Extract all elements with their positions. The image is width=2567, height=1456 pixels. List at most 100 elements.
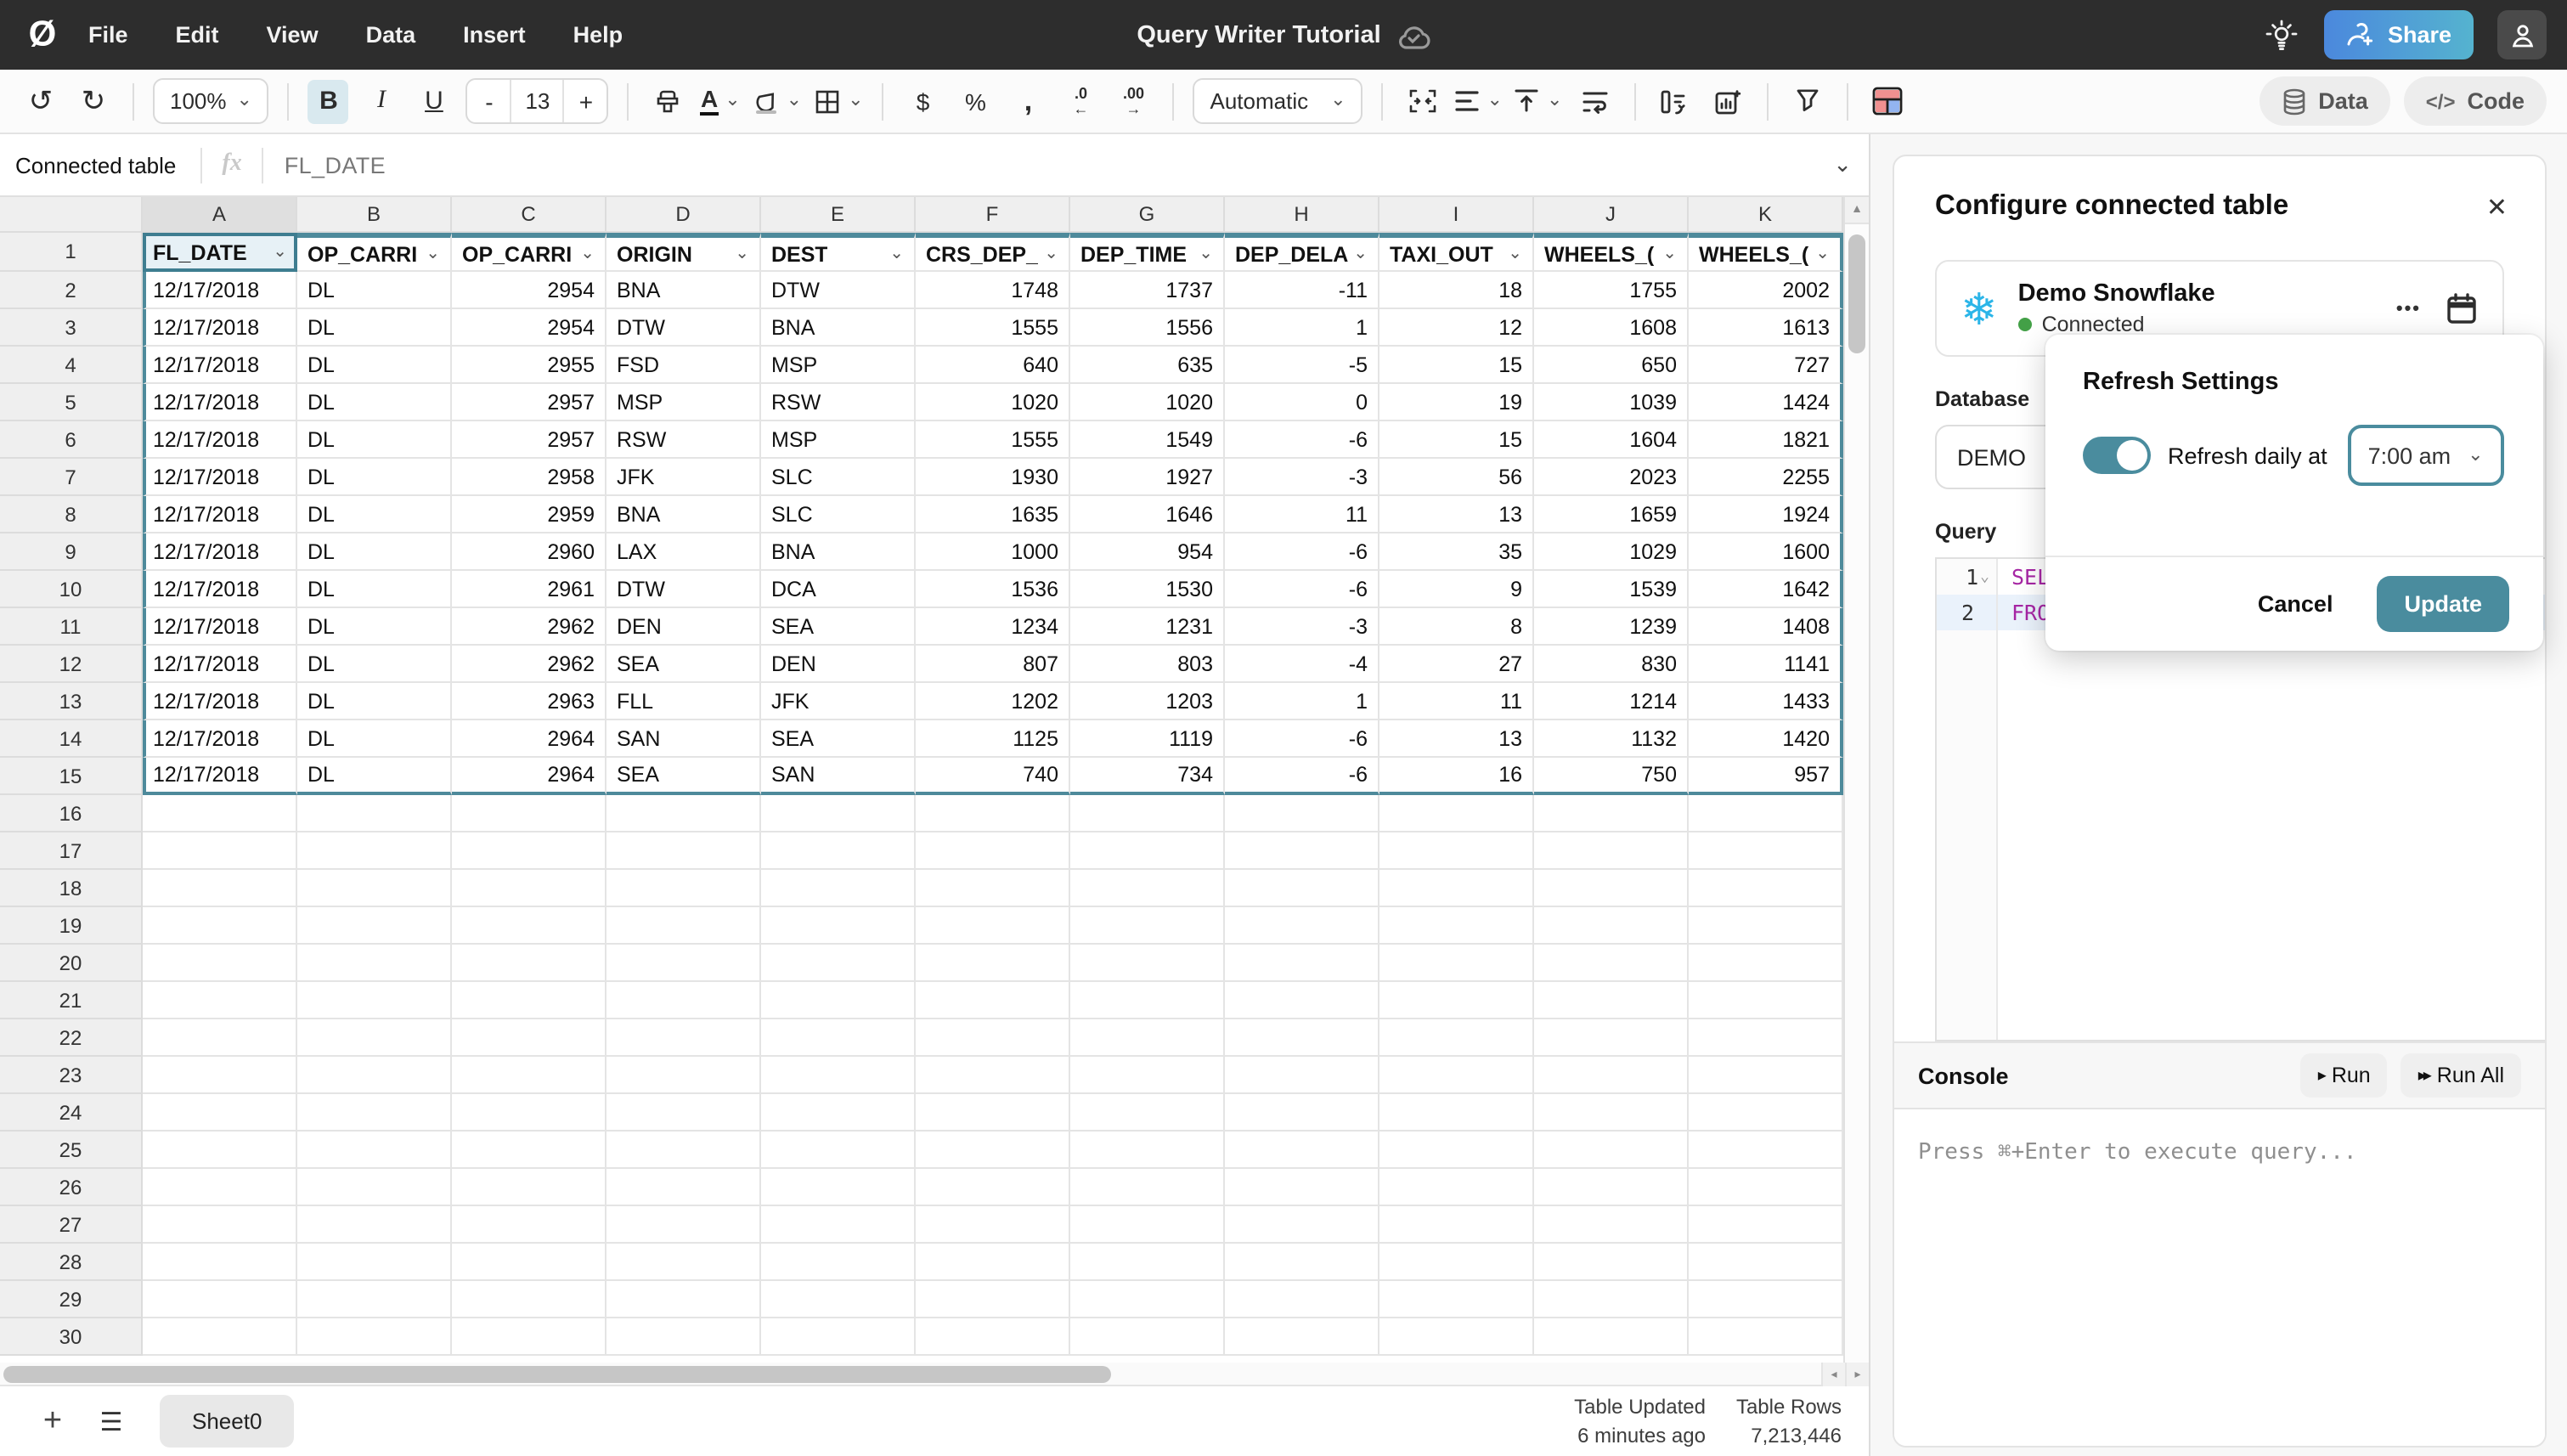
cell-C26[interactable] (452, 1169, 606, 1206)
cell-K24[interactable] (1689, 1094, 1843, 1132)
cell-E27[interactable] (761, 1206, 916, 1244)
column-filter-icon[interactable]: ⌄ (735, 245, 749, 263)
cell-K18[interactable] (1689, 870, 1843, 907)
cell-K12[interactable]: 1141 (1689, 646, 1843, 683)
cell-H8[interactable]: 11 (1225, 496, 1379, 533)
cell-G7[interactable]: 1927 (1070, 459, 1225, 496)
cell-I30[interactable] (1379, 1318, 1534, 1356)
cell-J2[interactable]: 1755 (1534, 272, 1689, 309)
cell-K5[interactable]: 1424 (1689, 384, 1843, 421)
cell-F14[interactable]: 1125 (916, 720, 1070, 758)
cell-B5[interactable]: DL (297, 384, 452, 421)
cell-E7[interactable]: SLC (761, 459, 916, 496)
cell-C6[interactable]: 2957 (452, 421, 606, 459)
formula-bar-expand-icon[interactable]: ⌄ (1833, 151, 1869, 178)
cell-G15[interactable]: 734 (1070, 758, 1225, 795)
cell-B25[interactable] (297, 1132, 452, 1169)
cell-A10[interactable]: 12/17/2018 (143, 571, 297, 608)
cell-H17[interactable] (1225, 832, 1379, 870)
row-header-20[interactable]: 20 (0, 945, 143, 982)
code-panel-button[interactable]: </> Code (2403, 76, 2547, 126)
cell-D30[interactable] (606, 1318, 761, 1356)
cell-F29[interactable] (916, 1281, 1070, 1318)
cell-E18[interactable] (761, 870, 916, 907)
cell-G5[interactable]: 1020 (1070, 384, 1225, 421)
cell-C28[interactable] (452, 1244, 606, 1281)
cell-C30[interactable] (452, 1318, 606, 1356)
cell-A13[interactable]: 12/17/2018 (143, 683, 297, 720)
cell-G29[interactable] (1070, 1281, 1225, 1318)
cell-A15[interactable]: 12/17/2018 (143, 758, 297, 795)
cell-A24[interactable] (143, 1094, 297, 1132)
cell-A4[interactable]: 12/17/2018 (143, 347, 297, 384)
vertical-scroll-thumb[interactable] (1848, 234, 1865, 353)
cell-H18[interactable] (1225, 870, 1379, 907)
menu-view[interactable]: View (267, 22, 319, 48)
row-header-22[interactable]: 22 (0, 1019, 143, 1057)
cell-J19[interactable] (1534, 907, 1689, 945)
cell-F28[interactable] (916, 1244, 1070, 1281)
run-button[interactable]: ▸ Run (2300, 1053, 2388, 1098)
cell-J9[interactable]: 1029 (1534, 533, 1689, 571)
cell-C8[interactable]: 2959 (452, 496, 606, 533)
cell-J8[interactable]: 1659 (1534, 496, 1689, 533)
column-filter-icon[interactable]: ⌄ (273, 243, 287, 262)
row-header-1[interactable]: 1 (0, 233, 143, 272)
cell-C12[interactable]: 2962 (452, 646, 606, 683)
cell-C1[interactable]: OP_CARRI ⌄ (452, 233, 606, 272)
cell-I22[interactable] (1379, 1019, 1534, 1057)
cell-B2[interactable]: DL (297, 272, 452, 309)
cell-G13[interactable]: 1203 (1070, 683, 1225, 720)
cell-A6[interactable]: 12/17/2018 (143, 421, 297, 459)
comma-format-button[interactable]: , (1008, 79, 1049, 123)
cell-D5[interactable]: MSP (606, 384, 761, 421)
cell-K25[interactable] (1689, 1132, 1843, 1169)
cell-G4[interactable]: 635 (1070, 347, 1225, 384)
cell-J24[interactable] (1534, 1094, 1689, 1132)
row-header-10[interactable]: 10 (0, 571, 143, 608)
cell-F9[interactable]: 1000 (916, 533, 1070, 571)
cell-J18[interactable] (1534, 870, 1689, 907)
cell-D28[interactable] (606, 1244, 761, 1281)
row-header-8[interactable]: 8 (0, 496, 143, 533)
cell-I3[interactable]: 12 (1379, 309, 1534, 347)
row-header-12[interactable]: 12 (0, 646, 143, 683)
cell-H5[interactable]: 0 (1225, 384, 1379, 421)
cell-G27[interactable] (1070, 1206, 1225, 1244)
cell-A8[interactable]: 12/17/2018 (143, 496, 297, 533)
cell-E12[interactable]: DEN (761, 646, 916, 683)
cell-D10[interactable]: DTW (606, 571, 761, 608)
cell-A5[interactable]: 12/17/2018 (143, 384, 297, 421)
cell-D3[interactable]: DTW (606, 309, 761, 347)
cell-C19[interactable] (452, 907, 606, 945)
cell-K26[interactable] (1689, 1169, 1843, 1206)
cell-K9[interactable]: 1600 (1689, 533, 1843, 571)
cell-C3[interactable]: 2954 (452, 309, 606, 347)
account-avatar-button[interactable] (2497, 10, 2547, 59)
cell-K29[interactable] (1689, 1281, 1843, 1318)
cell-H4[interactable]: -5 (1225, 347, 1379, 384)
cell-I24[interactable] (1379, 1094, 1534, 1132)
cell-K3[interactable]: 1613 (1689, 309, 1843, 347)
cell-C7[interactable]: 2958 (452, 459, 606, 496)
cell-F5[interactable]: 1020 (916, 384, 1070, 421)
cell-G20[interactable] (1070, 945, 1225, 982)
cell-D15[interactable]: SEA (606, 758, 761, 795)
cell-E23[interactable] (761, 1057, 916, 1094)
cell-B9[interactable]: DL (297, 533, 452, 571)
cell-K21[interactable] (1689, 982, 1843, 1019)
zoom-select[interactable]: 100% ⌄ (153, 78, 269, 124)
cell-F2[interactable]: 1748 (916, 272, 1070, 309)
cell-F22[interactable] (916, 1019, 1070, 1057)
cell-E4[interactable]: MSP (761, 347, 916, 384)
row-header-27[interactable]: 27 (0, 1206, 143, 1244)
cell-E19[interactable] (761, 907, 916, 945)
cell-D26[interactable] (606, 1169, 761, 1206)
cancel-button[interactable]: Cancel (2258, 591, 2333, 617)
cell-H2[interactable]: -11 (1225, 272, 1379, 309)
cell-E10[interactable]: DCA (761, 571, 916, 608)
menu-data[interactable]: Data (366, 22, 416, 48)
cell-J20[interactable] (1534, 945, 1689, 982)
cell-F13[interactable]: 1202 (916, 683, 1070, 720)
column-header-H[interactable]: H (1225, 197, 1379, 233)
